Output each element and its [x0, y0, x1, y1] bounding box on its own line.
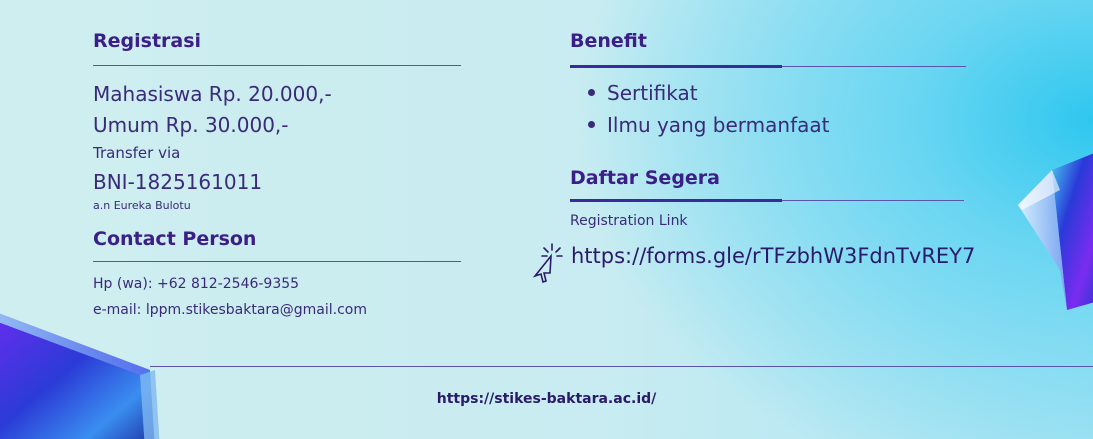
- benefit-list: Sertifikat Ilmu yang bermanfaat: [588, 80, 829, 144]
- registration-link[interactable]: https://forms.gle/rTFzbhW3FdnTvREY7: [571, 244, 975, 268]
- contact-phone: Hp (wa): +62 812-2546-9355: [93, 276, 300, 292]
- umum-fee: Umum Rp. 30.000,-: [93, 113, 289, 137]
- registrasi-divider: [93, 65, 461, 66]
- bullet-icon: [588, 89, 595, 96]
- contact-divider: [93, 261, 461, 262]
- transfer-via-label: Transfer via: [93, 144, 181, 162]
- mahasiswa-fee: Mahasiswa Rp. 20.000,-: [93, 82, 332, 106]
- pointer-click-icon: [532, 243, 563, 284]
- benefit-item: Sertifikat: [588, 80, 829, 112]
- benefit-item: Ilmu yang bermanfaat: [588, 112, 829, 144]
- decorative-cube-right: [1018, 153, 1093, 310]
- registration-link-label: Registration Link: [570, 213, 688, 229]
- decorative-cube-left: [0, 313, 160, 439]
- contact-email: e-mail: lppm.stikesbaktara@gmail.com: [93, 302, 367, 318]
- contact-person-heading: Contact Person: [93, 228, 257, 250]
- benefit-item-label: Ilmu yang bermanfaat: [607, 113, 830, 137]
- benefit-heading: Benefit: [570, 30, 647, 52]
- bullet-icon: [588, 121, 595, 128]
- footer-divider: [150, 366, 1093, 367]
- bank-account-number: BNI-1825161011: [93, 170, 263, 194]
- daftar-divider: [570, 199, 964, 202]
- website-link[interactable]: https://stikes-baktara.ac.id/: [0, 391, 1093, 407]
- benefit-divider: [570, 65, 966, 68]
- daftar-divider-accent: [570, 199, 782, 202]
- benefit-item-label: Sertifikat: [607, 81, 698, 105]
- daftar-segera-heading: Daftar Segera: [570, 167, 720, 189]
- benefit-divider-accent: [570, 65, 782, 68]
- registrasi-heading: Registrasi: [93, 30, 202, 52]
- account-holder-name: a.n Eureka Bulotu: [93, 199, 191, 212]
